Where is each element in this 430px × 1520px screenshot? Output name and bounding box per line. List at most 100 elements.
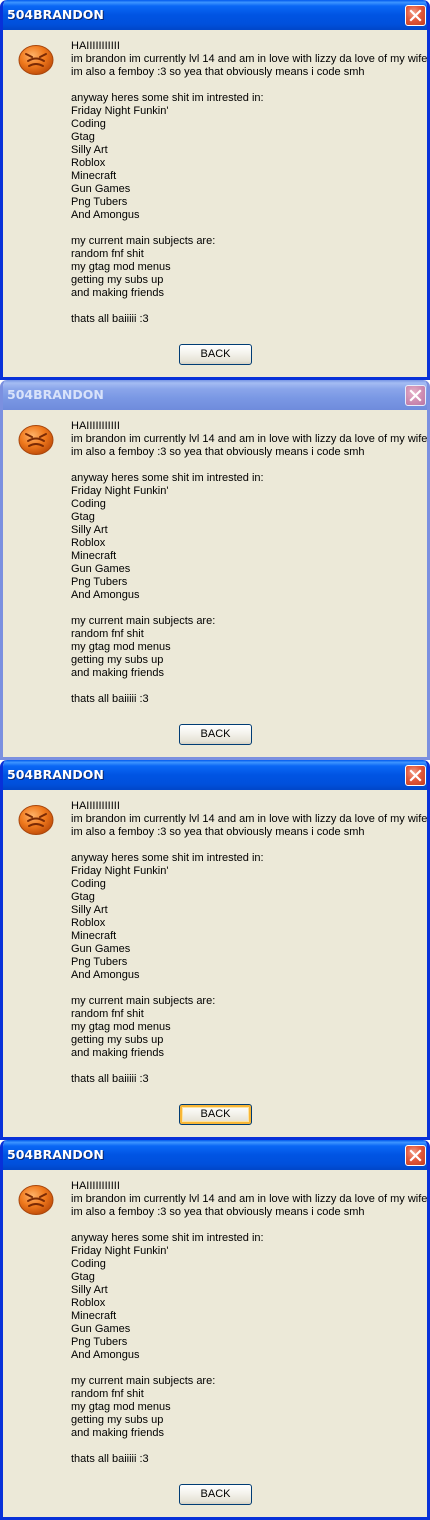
message-dialog-window-1: 504BRANDON HAIIIIIIIIIII im brandon im cu… [0,0,430,380]
message-line: HAIIIIIIIIIII [71,1180,120,1192]
close-x-icon [409,769,422,782]
message-line: im also a femboy :3 so yea that obviousl… [71,1206,365,1218]
message-line: im also a femboy :3 so yea that obviousl… [71,826,365,838]
message-line: Roblox [71,157,106,169]
message-line: im brandon im currently lvl 14 and am in… [71,53,428,65]
message-line: getting my subs up [71,654,164,666]
title-bar[interactable]: 504BRANDON [3,1140,427,1170]
back-button[interactable]: BACK [179,1104,252,1125]
message-line: anyway heres some shit im intrested in: [71,1232,264,1244]
message-line: thats all baiiiii :3 [71,1453,149,1465]
message-dialog-window-3: 504BRANDON HAIIIIIIIIIII im brandon im cu… [0,760,430,1140]
message-line: Gun Games [71,1323,131,1335]
window-title: 504BRANDON [7,7,104,22]
message-line: Coding [71,878,106,890]
message-line: thats all baiiiii :3 [71,693,149,705]
message-line: getting my subs up [71,274,164,286]
message-line: and making friends [71,667,164,679]
message-line: Minecraft [71,930,117,942]
back-button[interactable]: BACK [179,724,252,745]
message-line: Friday Night Funkin' [71,485,169,497]
message-text: HAIIIIIIIIIII im brandon im currently lvl… [71,1180,427,1466]
message-line: anyway heres some shit im intrested in: [71,92,264,104]
message-line: Silly Art [71,1284,108,1296]
message-line: im brandon im currently lvl 14 and am in… [71,813,428,825]
message-line: Png Tubers [71,1336,128,1348]
orange-frowning-face-icon [18,425,54,455]
message-line: Gtag [71,511,95,523]
message-line: getting my subs up [71,1034,164,1046]
message-line: my gtag mod menus [71,641,171,653]
message-line: And Amongus [71,209,140,221]
message-line: Coding [71,118,106,130]
message-line: random fnf shit [71,1008,144,1020]
message-line: Png Tubers [71,576,128,588]
back-button[interactable]: BACK [179,344,252,365]
title-bar[interactable]: 504BRANDON [3,760,427,790]
orange-frowning-face-icon [18,1185,54,1215]
window-title: 504BRANDON [7,387,104,402]
message-line: my current main subjects are: [71,615,216,627]
message-line: Gun Games [71,183,131,195]
message-line: Minecraft [71,550,117,562]
orange-frowning-face-icon [18,45,54,75]
message-line: Roblox [71,537,106,549]
title-bar[interactable]: 504BRANDON [3,380,427,410]
message-line: thats all baiiiii :3 [71,1073,149,1085]
close-button[interactable] [405,5,426,26]
message-line: Roblox [71,917,106,929]
message-line: Roblox [71,1297,106,1309]
message-line: getting my subs up [71,1414,164,1426]
message-dialog-window-2: 504BRANDON HAIIIIIIIIIII im brandon im cu… [0,380,430,760]
close-x-icon [409,9,422,22]
message-line: and making friends [71,1427,164,1439]
message-line: HAIIIIIIIIIII [71,800,120,812]
close-button[interactable] [405,765,426,786]
message-line: random fnf shit [71,628,144,640]
message-line: im brandon im currently lvl 14 and am in… [71,1193,428,1205]
message-line: Gtag [71,131,95,143]
message-line: my current main subjects are: [71,995,216,1007]
message-line: Silly Art [71,904,108,916]
message-line: and making friends [71,287,164,299]
message-line: Minecraft [71,170,117,182]
message-line: Silly Art [71,144,108,156]
message-line: anyway heres some shit im intrested in: [71,852,264,864]
message-line: And Amongus [71,589,140,601]
message-line: Coding [71,498,106,510]
message-line: HAIIIIIIIIIII [71,40,120,52]
message-line: Gtag [71,891,95,903]
message-line: im also a femboy :3 so yea that obviousl… [71,446,365,458]
message-line: im also a femboy :3 so yea that obviousl… [71,66,365,78]
message-line: Friday Night Funkin' [71,105,169,117]
message-line: my gtag mod menus [71,261,171,273]
back-button[interactable]: BACK [179,1484,252,1505]
message-line: random fnf shit [71,248,144,260]
title-bar[interactable]: 504BRANDON [3,0,427,30]
message-line: my current main subjects are: [71,235,216,247]
orange-frowning-face-icon [18,805,54,835]
close-button[interactable] [405,385,426,406]
message-line: and making friends [71,1047,164,1059]
message-text: HAIIIIIIIIIII im brandon im currently lvl… [71,800,427,1086]
message-text: HAIIIIIIIIIII im brandon im currently lvl… [71,40,427,326]
message-line: anyway heres some shit im intrested in: [71,472,264,484]
message-line: HAIIIIIIIIIII [71,420,120,432]
close-x-icon [409,389,422,402]
message-line: my current main subjects are: [71,1375,216,1387]
message-line: Friday Night Funkin' [71,865,169,877]
message-line: And Amongus [71,969,140,981]
message-line: Gtag [71,1271,95,1283]
message-line: Silly Art [71,524,108,536]
close-button[interactable] [405,1145,426,1166]
message-line: Gun Games [71,943,131,955]
message-line: my gtag mod menus [71,1021,171,1033]
